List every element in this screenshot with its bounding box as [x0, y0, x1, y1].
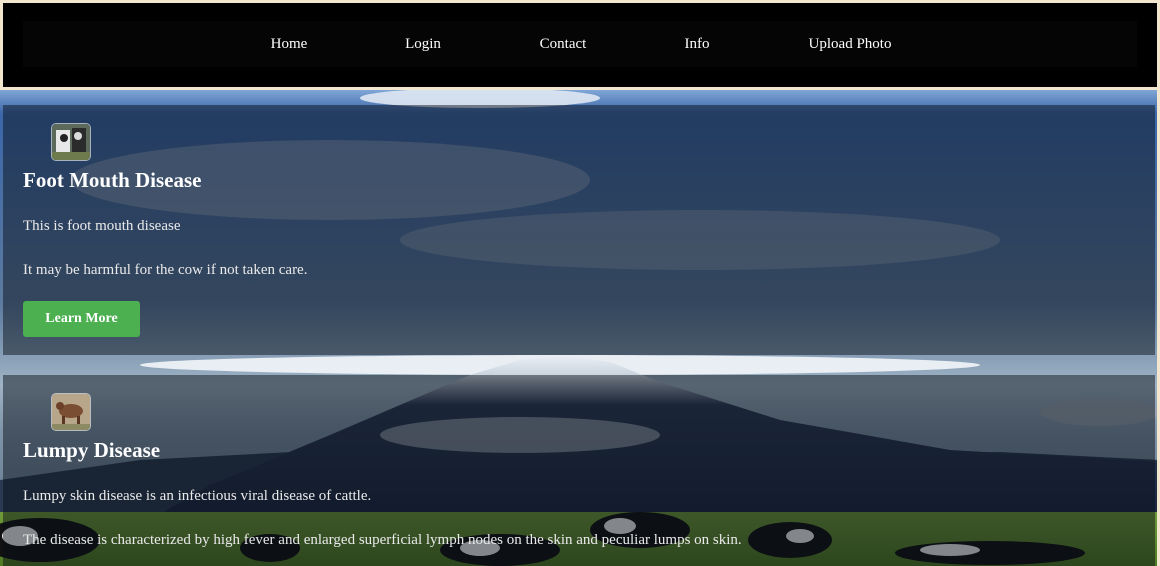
nav-login-link[interactable]: Login [405, 21, 441, 67]
cow-thumbnail-icon [51, 393, 91, 431]
disease-card-foot-mouth: Foot Mouth Disease This is foot mouth di… [3, 105, 1155, 355]
nav-upload-photo-link[interactable]: Upload Photo [809, 21, 892, 67]
nav-home-link[interactable]: Home [271, 21, 308, 67]
disease-description: This is foot mouth disease [23, 218, 181, 234]
disease-title: Foot Mouth Disease [23, 168, 202, 192]
learn-more-button[interactable]: Learn More [23, 301, 140, 337]
disease-detail: It may be harmful for the cow if not tak… [23, 262, 308, 278]
header-bar: Home Login Contact Info Upload Photo [3, 3, 1157, 87]
disease-detail: The disease is characterized by high fev… [23, 532, 742, 548]
site-header: Home Login Contact Info Upload Photo [0, 0, 1160, 90]
nav-info-link[interactable]: Info [685, 21, 710, 67]
disease-card-lumpy: Lumpy Disease Lumpy skin disease is an i… [3, 375, 1155, 566]
navbar: Home Login Contact Info Upload Photo [23, 21, 1137, 67]
disease-description: Lumpy skin disease is an infectious vira… [23, 488, 372, 504]
disease-title: Lumpy Disease [23, 438, 161, 462]
nav-contact-link[interactable]: Contact [540, 21, 587, 67]
cow-thumbnail-icon [51, 123, 91, 161]
